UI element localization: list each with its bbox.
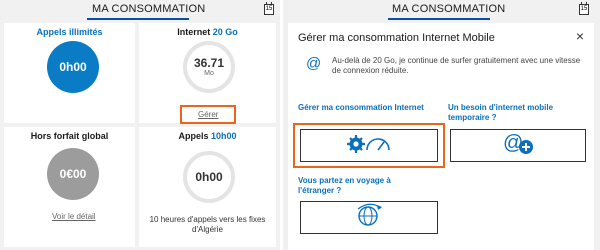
highlight-box (180, 105, 236, 124)
globe-plane-icon (355, 202, 383, 233)
info-text: Au-delà de 20 Go, je continue de surfer … (332, 56, 581, 75)
manage-modal: Gérer ma consommation Internet Mobile × … (288, 23, 594, 250)
usage-unit: Mo (204, 70, 214, 77)
travel-button[interactable] (300, 201, 438, 234)
title-underline (87, 18, 189, 20)
manage-panel: MA CONSOMMATION 15 Gérer ma consommation… (283, 0, 600, 250)
calendar-icon[interactable]: 15 (579, 2, 589, 15)
calendar-icon[interactable]: 15 (264, 2, 274, 15)
close-icon[interactable]: × (576, 28, 584, 44)
highlight-box (293, 123, 445, 168)
usage-circle: 0h00 (47, 41, 99, 93)
modal-title: Gérer ma consommation Internet Mobile (298, 32, 495, 44)
page-title: MA CONSOMMATION (392, 3, 506, 15)
card-title: Appels illimités (36, 27, 103, 37)
usage-value: 0h00 (195, 169, 223, 184)
at-icon: @ (306, 55, 322, 72)
manage-label: Gérer ma consommation Internet (298, 103, 424, 112)
card-title: Hors forfait global (30, 131, 109, 141)
consumption-panel: MA CONSOMMATION 15 Appels illimités 0h00… (0, 0, 280, 250)
usage-ring: 36.71 Mo (183, 41, 235, 93)
details-link[interactable]: Voir le détail (52, 212, 96, 221)
calls-note: 10 heures d'appels vers les fixes d'Algé… (149, 215, 266, 234)
card-overage: Hors forfait global 0€00 Voir le détail (4, 127, 135, 247)
title-underline (388, 18, 490, 20)
at-plus-icon: @ (501, 131, 535, 160)
page-title: MA CONSOMMATION (92, 3, 206, 15)
temp-label: Un besoin d'internet mobile temporaire ? (448, 103, 554, 122)
card-title: Appels 10h00 (178, 131, 237, 141)
card-title: Internet 20 Go (177, 27, 238, 37)
usage-circle: 0€00 (47, 148, 99, 200)
card-unlimited-calls: Appels illimités 0h00 (4, 23, 135, 123)
usage-value: 36.71 (193, 56, 225, 70)
usage-ring: 0h00 (183, 151, 235, 203)
card-calls-10h: Appels 10h00 0h00 10 heures d'appels ver… (139, 127, 276, 247)
travel-label: Vous partez en voyage à l'étranger ? (298, 176, 391, 195)
temporary-internet-button[interactable]: @ (450, 129, 586, 162)
